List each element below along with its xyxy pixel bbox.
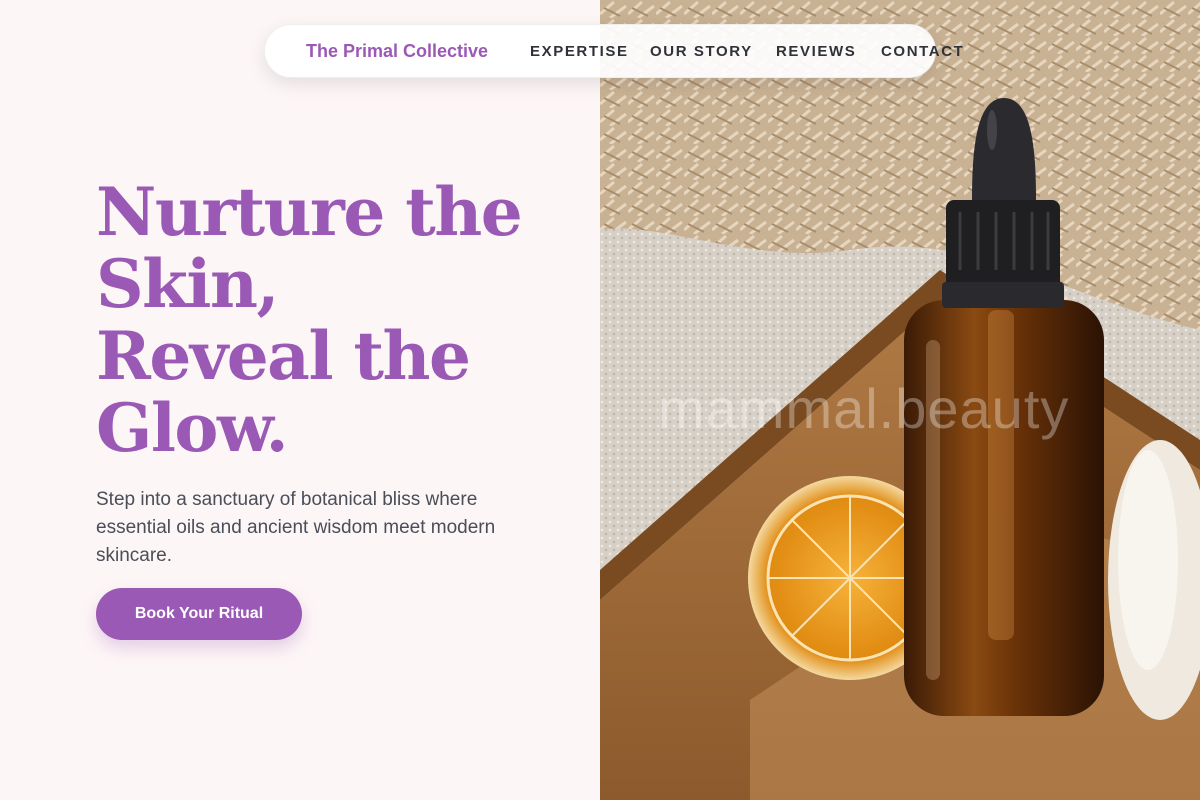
headline-line: Skin,: [96, 245, 279, 323]
headline-line: Nurture the: [96, 173, 523, 251]
hero-subtext: Step into a sanctuary of botanical bliss…: [96, 489, 496, 566]
nav-link-expertise[interactable]: EXPERTISE: [530, 43, 629, 60]
nav-link-reviews[interactable]: REVIEWS: [776, 43, 856, 60]
hero-text-panel: Nurture the Skin, Reveal the Glow. Step …: [0, 0, 600, 800]
headline-line: Reveal the: [96, 317, 471, 395]
hero-product-image: mammal.beauty: [600, 0, 1200, 800]
brand-logo-link[interactable]: The Primal Collective: [306, 41, 488, 62]
image-watermark: mammal.beauty: [658, 377, 1070, 440]
top-navigation: The Primal Collective EXPERTISE OUR STOR…: [264, 24, 963, 78]
headline-line: Glow.: [96, 389, 289, 467]
landing-page: Nurture the Skin, Reveal the Glow. Step …: [0, 0, 1200, 800]
hero-headline: Nurture the Skin, Reveal the Glow.: [96, 176, 566, 464]
nav-link-our-story[interactable]: OUR STORY: [650, 43, 753, 60]
book-ritual-button[interactable]: Book Your Ritual: [96, 588, 302, 640]
nav-link-contact[interactable]: CONTACT: [881, 43, 964, 60]
